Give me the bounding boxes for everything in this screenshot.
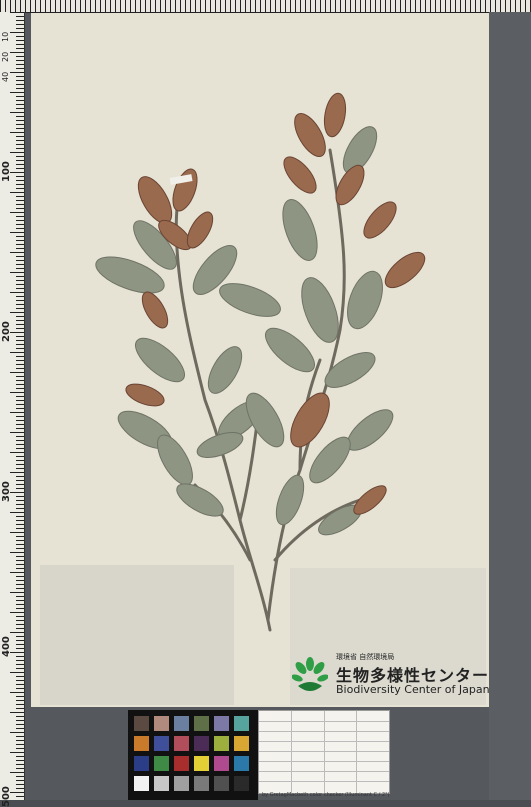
- color-swatch: [194, 716, 209, 731]
- color-swatch: [154, 736, 169, 751]
- institution-logo: 環境省 自然環境局 生物多様性センター Biodiversity Center …: [290, 652, 490, 702]
- color-swatch: [174, 736, 189, 751]
- color-reference-table: [258, 710, 390, 794]
- color-swatch: [174, 716, 189, 731]
- org-label: 環境省 自然環境局: [336, 653, 395, 661]
- color-swatch: [194, 756, 209, 771]
- color-swatch: [214, 776, 229, 791]
- color-swatch: [214, 716, 229, 731]
- color-swatch: [134, 776, 149, 791]
- color-swatch: [154, 776, 169, 791]
- color-swatch: [174, 756, 189, 771]
- color-swatch: [214, 756, 229, 771]
- color-swatch: [214, 736, 229, 751]
- color-swatch: [194, 776, 209, 791]
- logo-name-en: Biodiversity Center of Japan: [336, 683, 490, 696]
- color-swatch: [234, 736, 249, 751]
- color-swatch: [234, 756, 249, 771]
- color-swatch: [174, 776, 189, 791]
- color-card-caption: by GretagMacbeth color checker (Illumina…: [262, 792, 390, 798]
- color-checker-card: [128, 710, 258, 800]
- leaf-logo-icon: [292, 657, 328, 691]
- color-swatch: [154, 716, 169, 731]
- color-swatch: [234, 776, 249, 791]
- color-swatch: [194, 736, 209, 751]
- color-swatch: [234, 716, 249, 731]
- color-swatch: [134, 736, 149, 751]
- color-swatch: [154, 756, 169, 771]
- color-swatch: [134, 756, 149, 771]
- color-swatch: [134, 716, 149, 731]
